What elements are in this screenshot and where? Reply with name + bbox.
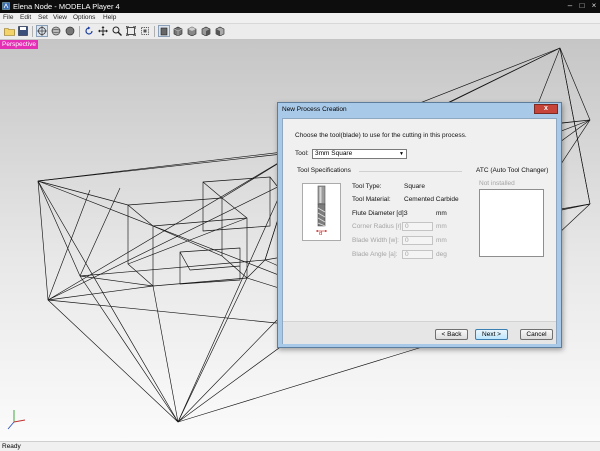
- tool-material-value: Cemented Carbide: [404, 196, 459, 203]
- fit-icon[interactable]: [125, 25, 137, 37]
- diameter-marker: d: [319, 231, 323, 237]
- atc-status: Not installed: [479, 180, 515, 187]
- tool-select[interactable]: 3mm Square ▼: [312, 149, 407, 159]
- top-view-icon[interactable]: [186, 25, 198, 37]
- blade-angle-unit: deg: [436, 251, 447, 258]
- front-view-icon[interactable]: [158, 25, 170, 37]
- cancel-button[interactable]: Cancel: [520, 329, 553, 340]
- tool-diagram: d: [302, 183, 341, 241]
- atc-heading: ATC (Auto Tool Changer): [476, 167, 549, 174]
- toolbar-separator: [154, 26, 155, 37]
- spec-group-divider: [359, 171, 462, 172]
- blade-width-label: Blade Width [w]:: [352, 237, 399, 244]
- side-view-icon[interactable]: [172, 25, 184, 37]
- blade-width-unit: mm: [436, 237, 447, 244]
- next-button[interactable]: Next >: [475, 329, 508, 340]
- menu-help[interactable]: Help: [103, 13, 116, 23]
- chevron-down-icon: ▼: [399, 151, 404, 157]
- iso-view-icon[interactable]: [200, 25, 212, 37]
- blade-width-field: 0: [402, 236, 433, 245]
- dialog-instruction: Choose the tool(blade) to use for the cu…: [295, 132, 467, 139]
- pan-icon[interactable]: [97, 25, 109, 37]
- fit-selection-icon[interactable]: [139, 25, 151, 37]
- rotate-view-icon[interactable]: [64, 25, 76, 37]
- zoom-icon[interactable]: [111, 25, 123, 37]
- dialog-close-button[interactable]: x: [534, 104, 558, 114]
- sphere-view-icon[interactable]: [50, 25, 62, 37]
- atc-list[interactable]: [479, 189, 544, 257]
- tool-label: Tool:: [295, 150, 309, 157]
- blade-angle-field: 0: [402, 250, 433, 259]
- toolbar: [0, 24, 600, 40]
- save-icon[interactable]: [17, 25, 29, 37]
- maximize-icon[interactable]: □: [577, 1, 587, 11]
- back-view-icon[interactable]: [214, 25, 226, 37]
- window-title: Elena Node - MODELA Player 4: [13, 2, 120, 11]
- flute-diameter-unit: mm: [436, 210, 447, 217]
- view-all-icon[interactable]: [36, 25, 48, 37]
- flute-diameter-label: Flute Diameter [d]:: [352, 210, 406, 217]
- new-process-dialog: New Process Creation x Choose the tool(b…: [277, 102, 562, 348]
- open-folder-icon[interactable]: [3, 25, 15, 37]
- perspective-mode-badge[interactable]: Perspective: [0, 40, 38, 49]
- close-window-icon[interactable]: ×: [589, 1, 599, 11]
- blade-angle-label: Blade Angle [a]:: [352, 251, 398, 258]
- toolbar-separator: [79, 26, 80, 37]
- axis-gizmo: [7, 410, 26, 430]
- menu-bar: File Edit Set View Options Help: [0, 13, 600, 24]
- dialog-button-bar: < Back Next > Cancel: [283, 321, 556, 344]
- menu-options[interactable]: Options: [73, 13, 95, 23]
- corner-radius-label: Corner Radius [r]:: [352, 223, 404, 230]
- flute-diameter-value: 3: [404, 210, 408, 217]
- corner-radius-field: 0: [402, 222, 433, 231]
- tool-type-value: Square: [404, 183, 425, 190]
- dialog-body: Choose the tool(blade) to use for the cu…: [282, 118, 557, 344]
- menu-set[interactable]: Set: [38, 13, 48, 23]
- minimize-icon[interactable]: –: [565, 1, 575, 11]
- toolbar-separator: [32, 26, 33, 37]
- corner-radius-unit: mm: [436, 223, 447, 230]
- tool-select-value: 3mm Square: [315, 150, 353, 157]
- back-button[interactable]: < Back: [435, 329, 468, 340]
- app-icon: [2, 2, 10, 10]
- tool-specs-heading: Tool Specifications: [297, 167, 351, 174]
- tool-material-label: Tool Material:: [352, 196, 391, 203]
- window-titlebar: Elena Node - MODELA Player 4 – □ ×: [0, 0, 600, 13]
- menu-file[interactable]: File: [3, 13, 13, 23]
- rotate-icon[interactable]: [83, 25, 95, 37]
- tool-type-label: Tool Type:: [352, 183, 382, 190]
- menu-view[interactable]: View: [53, 13, 67, 23]
- menu-edit[interactable]: Edit: [20, 13, 31, 23]
- dialog-title: New Process Creation: [282, 106, 347, 113]
